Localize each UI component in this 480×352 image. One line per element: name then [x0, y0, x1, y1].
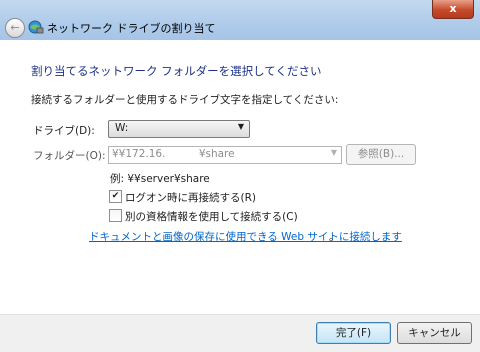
cancel-button[interactable]: キャンセル	[397, 322, 472, 344]
link-suffix: 。	[329, 231, 340, 243]
page-heading: 割り当てるネットワーク フォルダーを選択してください	[31, 64, 322, 78]
folder-path-combobox[interactable]: ¥¥172.16. ¥share ▼	[108, 146, 342, 164]
folder-label: フォルダー(O):	[33, 150, 106, 162]
example-text: 例: ¥¥server¥share	[110, 173, 210, 185]
close-button[interactable]: x	[432, 0, 474, 19]
browse-button[interactable]: 参照(B)...	[346, 144, 416, 165]
credentials-checkbox[interactable]	[109, 209, 122, 222]
credentials-label: 別の資格情報を使用して接続する(C)	[125, 211, 298, 223]
dropdown-arrow-icon: ▼	[237, 122, 244, 131]
reconnect-checkbox[interactable]: ✔	[109, 190, 122, 203]
drive-letter-select[interactable]: W: ▼	[108, 120, 250, 138]
drive-letter-value: W:	[115, 122, 129, 134]
drive-label: ドライブ(D):	[33, 125, 95, 137]
back-arrow-icon: ←	[10, 21, 20, 34]
instruction-text: 接続するフォルダーと使用するドライブ文字を指定してください:	[31, 94, 339, 106]
window-title: ネットワーク ドライブの割り当て	[47, 22, 216, 35]
back-button[interactable]: ←	[5, 18, 25, 38]
folder-path-value: ¥¥172.16. ¥share	[112, 148, 235, 160]
network-drive-icon	[28, 20, 44, 34]
dropdown-arrow-icon[interactable]: ▼	[331, 148, 337, 157]
website-link[interactable]: ドキュメントと画像の保存に使用できる Web サイトに接続します	[89, 229, 402, 244]
finish-button[interactable]: 完了(F)	[316, 322, 391, 344]
reconnect-label: ログオン時に再接続する(R)	[125, 192, 256, 204]
